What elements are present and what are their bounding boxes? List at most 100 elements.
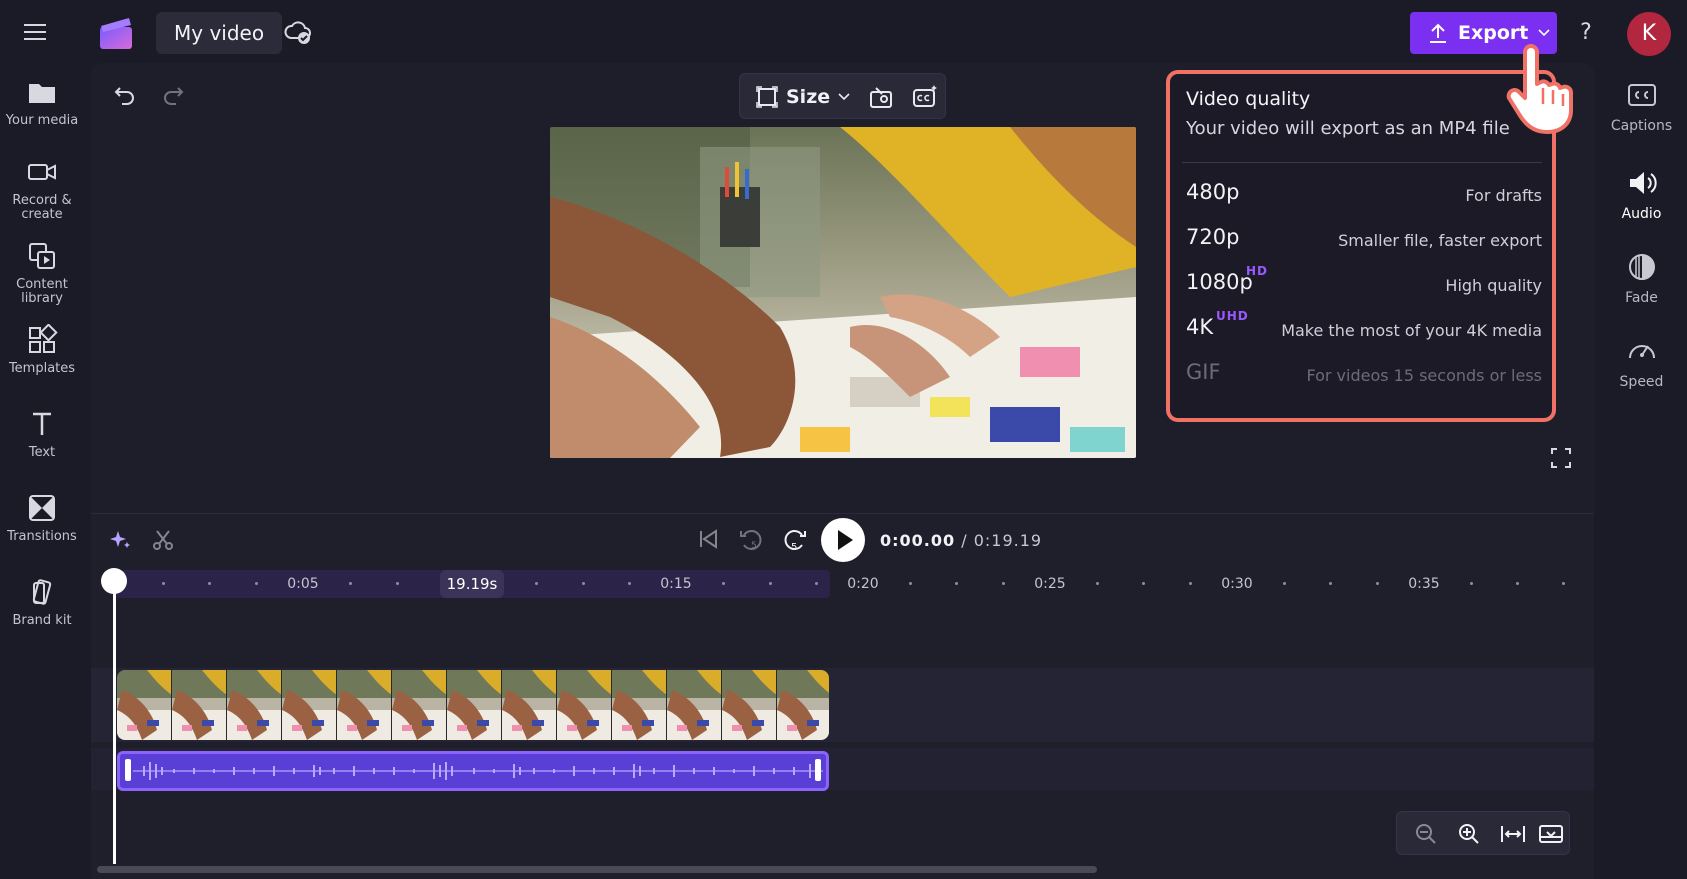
sidebar-item-label: Text — [28, 445, 56, 460]
redo-button[interactable] — [160, 82, 186, 108]
video-preview[interactable] — [550, 127, 1136, 458]
tick-dot — [349, 582, 352, 585]
sidebar-item-templates[interactable]: Templates — [0, 324, 84, 376]
tick-dot — [1002, 582, 1005, 585]
tick-dot — [1562, 582, 1565, 585]
tick-label: 0:20 — [847, 576, 879, 592]
hand-pointer-icon — [1505, 44, 1585, 136]
export-label: Export — [1458, 22, 1529, 44]
tick-label: 0:25 — [1034, 576, 1066, 592]
audio-trim-handle-start[interactable] — [125, 759, 131, 781]
size-button[interactable]: Size — [756, 82, 850, 112]
left-sidebar: Your media Record & create Content libra… — [0, 66, 84, 879]
sidebar-item-transitions[interactable]: Transitions — [0, 492, 84, 544]
tick-dot — [1283, 582, 1286, 585]
folder-icon — [26, 76, 58, 108]
fade-icon — [1625, 250, 1659, 284]
sidebar-item-label: Transitions — [7, 529, 77, 544]
rewind-seconds: 5 — [751, 541, 757, 551]
tick-dot — [1189, 582, 1192, 585]
camera-icon — [26, 156, 58, 188]
auto-captions-icon[interactable] — [912, 84, 938, 110]
option-resolution: GIF — [1186, 360, 1221, 384]
preview-toolbar: Size — [739, 73, 946, 119]
scissors-icon[interactable] — [151, 528, 175, 552]
hd-badge: HD — [1246, 264, 1269, 278]
rewind-5-icon[interactable]: 5 — [738, 526, 764, 552]
undo-button[interactable] — [112, 82, 138, 108]
sidebar-item-record-create[interactable]: Record & create — [0, 156, 84, 222]
timeline-scrollbar[interactable] — [97, 866, 1097, 873]
quality-option-480p[interactable]: 480p For drafts — [1186, 174, 1542, 214]
time-readout: 0:00.00 / 0:19.19 — [880, 531, 1042, 550]
sidebar-item-text[interactable]: Text — [0, 408, 84, 460]
waveform — [133, 762, 823, 780]
divider — [1182, 162, 1542, 163]
text-icon — [26, 408, 58, 440]
tick-dot — [582, 582, 585, 585]
quality-option-720p[interactable]: 720p Smaller file, faster export — [1186, 219, 1542, 259]
option-description: Make the most of your 4K media — [1281, 321, 1542, 340]
quality-option-gif: GIF For videos 15 seconds or less — [1186, 354, 1542, 394]
avatar[interactable]: K — [1627, 12, 1671, 56]
tick-dot — [162, 582, 165, 585]
option-resolution: 4K — [1186, 315, 1214, 339]
tick-dot — [1376, 582, 1379, 585]
tick-dot — [396, 582, 399, 585]
option-description: For drafts — [1465, 186, 1542, 205]
sidebar-item-label: Record & create — [12, 193, 72, 222]
fit-to-width-icon[interactable] — [1500, 823, 1526, 845]
tick-dot — [1516, 582, 1519, 585]
popover-subtitle: Your video will export as an MP4 file — [1186, 118, 1510, 139]
sidebar-item-label: Templates — [8, 361, 76, 376]
cloud-saved-icon[interactable] — [283, 17, 313, 47]
aspect-ratio-icon — [756, 86, 778, 108]
project-title[interactable]: My video — [156, 12, 283, 54]
option-description: High quality — [1445, 276, 1542, 295]
menu-icon[interactable] — [22, 20, 52, 46]
clip-duration-badge: 19.19s — [440, 570, 504, 598]
sidebar-item-label: Content library — [16, 277, 68, 306]
sidebar-item-label: Audio — [1621, 206, 1662, 222]
clipchamp-logo-icon — [98, 15, 136, 51]
fullscreen-icon[interactable] — [1549, 446, 1573, 470]
option-resolution: 1080p — [1186, 270, 1253, 294]
forward-5-icon[interactable]: 5 — [781, 526, 809, 554]
tick-dot — [1470, 582, 1473, 585]
sidebar-item-brand-kit[interactable]: Brand kit — [0, 576, 84, 628]
tick-label: 0:35 — [1408, 576, 1440, 592]
tick-label: 0:15 — [660, 576, 692, 592]
sidebar-item-your-media[interactable]: Your media — [0, 76, 84, 128]
video-clip[interactable] — [117, 670, 829, 740]
tick-dot — [628, 582, 631, 585]
popover-title: Video quality — [1186, 88, 1311, 110]
quality-option-1080p[interactable]: 1080p HD High quality — [1186, 264, 1542, 304]
playhead-handle[interactable] — [101, 568, 127, 594]
sidebar-item-speed[interactable]: Speed — [1596, 334, 1687, 390]
sidebar-item-label: Brand kit — [12, 613, 72, 628]
sidebar-item-label: Speed — [1619, 374, 1664, 390]
tick-dot — [535, 582, 538, 585]
background-icon[interactable] — [868, 84, 894, 110]
current-time: 0:00.00 — [880, 531, 956, 550]
sidebar-item-label: Your media — [5, 113, 79, 128]
sidebar-item-content-library[interactable]: Content library — [0, 240, 84, 306]
tick-dot — [815, 582, 818, 585]
audio-trim-handle-end[interactable] — [815, 759, 821, 781]
sidebar-item-label: Fade — [1625, 290, 1658, 306]
speaker-icon — [1625, 166, 1659, 200]
expand-tracks-icon[interactable] — [1538, 823, 1564, 845]
playhead[interactable] — [113, 580, 116, 864]
tick-dot — [722, 582, 725, 585]
audio-clip[interactable] — [117, 751, 829, 791]
sparkle-icon[interactable] — [108, 528, 132, 552]
zoom-out-icon[interactable] — [1415, 823, 1437, 845]
brand-kit-icon — [26, 576, 58, 608]
skip-back-icon[interactable] — [696, 527, 720, 551]
sidebar-item-audio[interactable]: Audio — [1596, 166, 1687, 222]
sidebar-item-fade[interactable]: Fade — [1596, 250, 1687, 306]
zoom-in-icon[interactable] — [1458, 823, 1480, 845]
sidebar-item-captions[interactable]: Captions — [1596, 78, 1687, 134]
quality-option-4k[interactable]: 4K UHD Make the most of your 4K media — [1186, 309, 1542, 349]
play-button[interactable] — [821, 518, 865, 562]
